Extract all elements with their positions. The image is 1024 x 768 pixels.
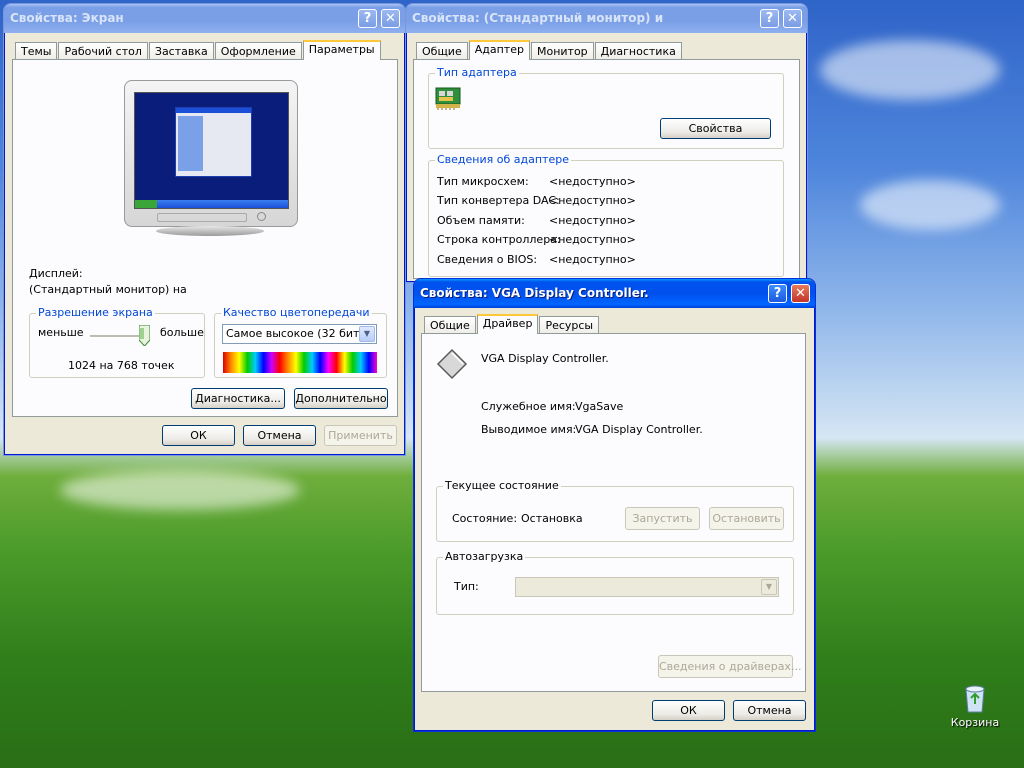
device-icon [436,348,468,380]
color-quality-group: Качество цветопередачи Самое высокое (32… [214,306,387,378]
resolution-more-label: больше [160,326,204,339]
driver-details-button[interactable]: Сведения о драйверах... [658,655,801,678]
adapter-type-group: Тип адаптера Свойства [428,66,784,149]
display-properties-window: Свойства: Экран ? ✕ Темы Рабочий стол За… [3,3,406,456]
state-label: Состояние: [452,512,518,525]
current-state-legend: Текущее состояние [443,479,561,492]
service-name-label: Служебное имя: [481,400,576,413]
help-button[interactable]: ? [358,9,377,28]
tab-driver[interactable]: Драйвер [476,314,539,334]
memory-size-label: Объем памяти: [437,214,525,227]
title-bar[interactable]: Свойства: VGA Display Controller. ? ✕ [414,279,815,308]
display-label: Дисплей: [29,267,83,280]
tab-settings[interactable]: Параметры [302,40,381,60]
start-button[interactable]: Запустить [625,507,700,530]
dac-type-value: <недоступно> [549,194,636,207]
monitor-properties-window: Свойства: (Стандартный монитор) и ? ✕ Об… [405,3,808,283]
dac-type-label: Тип конвертера DAC: [437,194,560,207]
ok-button[interactable]: ОК [162,425,235,446]
adapter-card-icon [435,86,463,110]
advanced-button[interactable]: Дополнительно [294,388,388,409]
tab-adapter[interactable]: Адаптер [468,40,530,60]
chevron-down-icon[interactable]: ▼ [761,579,777,595]
adapter-info-group: Сведения об адаптере Тип микросхем: <нед… [428,153,784,277]
resolution-legend: Разрешение экрана [36,306,155,319]
monitor-preview [120,80,300,240]
vga-properties-window: Свойства: VGA Display Controller. ? ✕ Об… [413,278,816,732]
diagnostics-button[interactable]: Диагностика... [191,388,285,409]
window-title: Свойства: Экран [10,11,124,25]
adapter-string-label: Строка контроллера: [437,233,561,246]
close-button[interactable]: ✕ [783,9,802,28]
title-bar[interactable]: Свойства: Экран ? ✕ [4,4,405,33]
title-bar[interactable]: Свойства: (Стандартный монитор) и ? ✕ [406,4,807,33]
bios-info-value: <недоступно> [549,253,636,266]
chip-type-label: Тип микросхем: [437,175,529,188]
window-title: Свойства: (Стандартный монитор) и [412,11,664,25]
chevron-down-icon[interactable]: ▼ [359,326,375,342]
state-value: Остановка [521,512,583,525]
help-button[interactable]: ? [768,284,787,303]
startup-legend: Автозагрузка [443,550,526,563]
recycle-bin-icon [963,684,987,714]
resolution-slider-thumb[interactable] [138,324,151,347]
tab-strip: Общие Драйвер Ресурсы [424,314,600,335]
close-button[interactable]: ✕ [791,284,810,303]
adapter-info-legend: Сведения об адаптере [435,153,571,166]
memory-size-value: <недоступно> [549,214,636,227]
display-name-value: VGA Display Controller. [575,423,703,436]
tab-strip: Общие Адаптер Монитор Диагностика [416,40,683,61]
service-name-value: VgaSave [575,400,624,413]
desktop-cloud [60,470,300,510]
recycle-bin-label: Корзина [950,716,1000,729]
close-button[interactable]: ✕ [381,9,400,28]
help-button[interactable]: ? [760,9,779,28]
cancel-button[interactable]: Отмена [243,425,316,446]
apply-button[interactable]: Применить [324,425,397,446]
resolution-less-label: меньше [38,326,84,339]
resolution-group: Разрешение экрана меньше больше 1024 на … [29,306,205,378]
cancel-button[interactable]: Отмена [733,700,806,721]
startup-type-select[interactable]: ▼ [515,577,779,597]
settings-panel: Дисплей: (Стандартный монитор) на Разреш… [12,59,398,417]
recycle-bin-shortcut[interactable]: Корзина [948,684,1002,740]
tab-strip: Темы Рабочий стол Заставка Оформление Па… [15,40,382,61]
resolution-value: 1024 на 768 точек [68,359,175,372]
desktop-cloud [820,40,1000,100]
color-quality-select[interactable]: Самое высокое (32 бита) ▼ [222,324,377,344]
display-name-label: Выводимое имя: [481,423,577,436]
stop-button[interactable]: Остановить [709,507,784,530]
driver-panel: VGA Display Controller. Служебное имя: V… [421,333,806,692]
color-quality-value: Самое высокое (32 бита) [226,327,371,340]
device-name: VGA Display Controller. [481,352,609,365]
startup-type-label: Тип: [454,580,479,593]
ok-button[interactable]: ОК [652,700,725,721]
chip-type-value: <недоступно> [549,175,636,188]
window-title: Свойства: VGA Display Controller. [420,286,649,300]
adapter-properties-button[interactable]: Свойства [660,118,771,139]
current-state-group: Текущее состояние Состояние: Остановка З… [436,479,794,542]
adapter-string-value: <недоступно> [549,233,636,246]
color-quality-legend: Качество цветопередачи [221,306,372,319]
startup-group: Автозагрузка Тип: ▼ [436,550,794,615]
adapter-panel: Тип адаптера Свойства Сведения об адапте… [413,59,800,279]
adapter-type-legend: Тип адаптера [435,66,519,79]
desktop-cloud [860,180,1000,230]
display-value: (Стандартный монитор) на [29,283,187,296]
color-spectrum-bar [223,352,377,373]
bios-info-label: Сведения о BIOS: [437,253,538,266]
